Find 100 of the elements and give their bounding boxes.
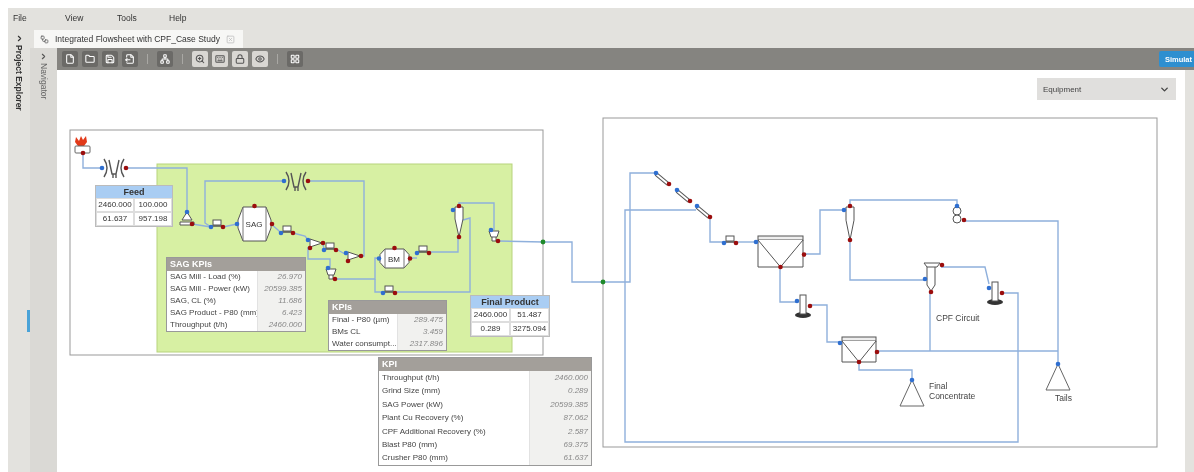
table-cell: 61.637 — [529, 451, 591, 465]
table-title: Final Product — [471, 296, 549, 308]
table-cell: 957.198 — [134, 212, 172, 226]
table-cell-text: Water consumpt... — [331, 338, 397, 350]
junction-node — [600, 279, 606, 285]
lock-icon — [235, 54, 245, 64]
table-cell: 61.637 — [96, 212, 134, 226]
save-button[interactable] — [102, 51, 118, 67]
table-cell-text: SAG Power (kW) — [381, 398, 444, 411]
table-cell: 2460.000 — [96, 198, 134, 212]
flotation-column-drawing — [794, 294, 813, 318]
eye-button[interactable] — [252, 51, 268, 67]
table-title: KPIs — [329, 301, 446, 314]
network-button[interactable] — [157, 51, 173, 67]
screen-drawing — [653, 170, 672, 187]
table-cell-text: BMs CL — [331, 326, 362, 338]
cyclone-drawing — [841, 203, 855, 243]
pipe-line — [82, 153, 103, 169]
feeder-drawing — [278, 225, 296, 236]
hydrocyclone-drawing — [305, 237, 326, 251]
save-icon — [105, 54, 115, 64]
flotation-bank-drawing — [753, 235, 807, 270]
table-cell: 289.475 — [397, 314, 446, 326]
pipe-line — [709, 216, 725, 243]
table-cell: 11.686 — [257, 295, 305, 307]
project-explorer-label[interactable]: Project Explorer — [14, 45, 24, 111]
table-cell: 2460.000 — [529, 371, 591, 385]
navigator-label[interactable]: Navigator — [38, 63, 49, 100]
expand-icon[interactable] — [39, 52, 48, 61]
table-title: Feed — [96, 186, 172, 198]
pump-drawing — [325, 265, 338, 282]
table-cell: 100.000 — [134, 198, 172, 212]
network-icon — [160, 54, 170, 64]
lock-button[interactable] — [232, 51, 248, 67]
table-cell: 51.487 — [510, 308, 549, 322]
menu-item[interactable]: Help — [164, 13, 216, 23]
menu-item[interactable]: File — [8, 13, 60, 23]
table-cell: 0.289 — [471, 322, 510, 336]
zoom-in-button[interactable] — [192, 51, 208, 67]
folder-icon — [85, 54, 95, 64]
screen-drawing — [281, 171, 311, 192]
feeder-drawing — [414, 245, 432, 256]
keyboard-icon — [215, 54, 225, 64]
document-tab[interactable]: Integrated Flowsheet with CPF_Case Study — [34, 30, 243, 48]
table-title: KPI — [379, 358, 591, 371]
mill-label: SAG — [245, 220, 263, 229]
flow-label: Final Concentrate — [929, 381, 977, 401]
grid-button[interactable] — [287, 51, 303, 67]
tab-label[interactable]: Integrated Flowsheet with CPF_Case Study — [55, 34, 220, 44]
table-cell-text: Blast P80 (mm) — [381, 439, 439, 452]
table-cell: 26.970 — [257, 271, 305, 283]
hopper-drawing — [179, 209, 195, 227]
keyboard-button[interactable] — [212, 51, 228, 67]
conditioner-drawing — [952, 203, 967, 224]
table-cell-text: Plant Cu Recovery (%) — [381, 412, 465, 425]
menu-item[interactable]: View — [60, 13, 112, 23]
mill-label: BM — [388, 255, 400, 264]
pump-drawing — [488, 227, 501, 244]
flotation-bank-drawing — [837, 336, 880, 365]
cpf-cell-drawing — [922, 262, 945, 295]
export-button[interactable] — [122, 51, 138, 67]
table-cell-text: Crusher P80 (mm) — [381, 452, 449, 465]
table-cell: 3275.094 — [510, 322, 549, 336]
mill-drawing — [376, 245, 413, 269]
zoom-in-icon — [195, 54, 205, 64]
stockpile-drawing — [1045, 361, 1071, 391]
menu-item[interactable]: Tools — [112, 13, 164, 23]
table-cell: 20599.385 — [257, 283, 305, 295]
feeder-drawing — [321, 242, 339, 253]
grid-icon — [290, 54, 300, 64]
stockpile-drawing — [899, 377, 925, 407]
feeder-drawing — [380, 285, 398, 296]
mill-drawing — [234, 203, 275, 242]
junction-node — [540, 239, 546, 245]
equipment-dropdown[interactable]: Equipment — [1037, 78, 1176, 100]
flotation-column-drawing — [986, 281, 1005, 305]
folder-button[interactable] — [82, 51, 98, 67]
cyclone-drawing — [450, 203, 464, 240]
screen-drawing — [674, 187, 693, 204]
new-file-icon — [65, 54, 75, 64]
table-cell: 6.423 — [257, 307, 305, 319]
table-cell-text: CPF Additional Recovery (%) — [381, 425, 487, 438]
eye-icon — [255, 54, 265, 64]
table-cell: 69.375 — [529, 438, 591, 452]
table-cell: 0.289 — [529, 384, 591, 398]
new-file-button[interactable] — [62, 51, 78, 67]
feeder-drawing — [721, 235, 739, 246]
flow-label: Tails — [1055, 393, 1073, 403]
screen-drawing — [694, 203, 713, 220]
feed-source-drawing — [74, 136, 91, 156]
pipe-line — [803, 209, 845, 255]
panel-handle[interactable] — [27, 310, 30, 332]
table-cell-text: SAG Mill - Load (%) — [169, 271, 242, 283]
feeder-drawing — [208, 219, 226, 230]
table-cell: 87.062 — [529, 411, 591, 425]
table-cell: 3.459 — [397, 326, 446, 338]
flowsheet-icon — [40, 34, 49, 44]
pipe-line — [735, 241, 757, 243]
table-title: SAG KPIs — [167, 258, 305, 271]
table-cell-text: Final - P80 (µm) — [331, 314, 391, 326]
